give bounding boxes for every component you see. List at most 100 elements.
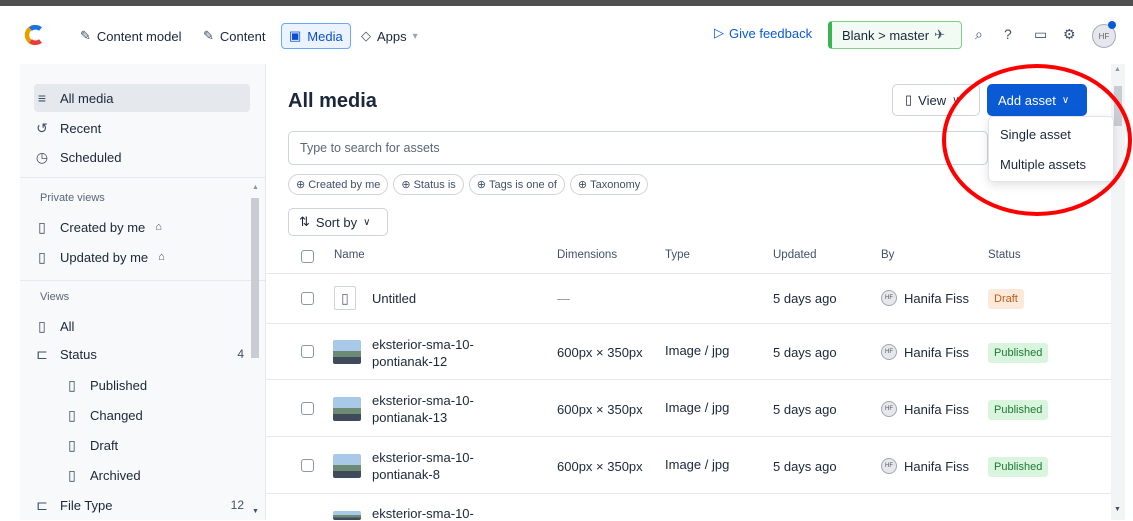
avatar: HF [881,458,897,474]
bookmark-icon: ▯ [68,466,76,483]
give-feedback-link[interactable]: ▷ Give feedback [714,25,812,41]
bookmark-icon: ▯ [38,248,46,265]
status-badge: Published [988,343,1049,363]
scroll-down-arrow[interactable]: ▼ [1114,506,1121,513]
column-header-by[interactable]: By [881,249,894,261]
bookmark-icon: ▯ [68,436,76,453]
filter-chip[interactable]: ⊕ Taxonomy [569,174,649,195]
scroll-up-arrow[interactable]: ▲ [252,184,259,191]
table-row[interactable]: eksterior-sma-10- [266,494,1111,521]
bookmark-icon: ▯ [38,317,46,334]
private-views-heading: Private views [40,192,105,204]
nav-content-model[interactable]: ✎ Content model [80,24,181,48]
filter-chip[interactable]: ⊕ Created by me [288,174,389,195]
asset-name[interactable]: eksterior-sma-10- [372,506,474,521]
folder-icon: ⊏ [36,496,48,513]
nav-apps[interactable]: ◇ Apps ▾ [361,24,418,48]
asset-updated: 5 days ago [773,402,837,417]
sidebar-folder-file-type[interactable]: ⊏ File Type 12 [34,491,244,519]
help-icon[interactable]: ? [1004,26,1012,42]
sidebar-item-updated-by-me[interactable]: ▯ Updated by me ⌂ [34,243,165,271]
sidebar-item-recent[interactable]: ↺ Recent [34,114,101,142]
row-checkbox[interactable] [301,402,314,415]
asset-updated: 5 days ago [773,459,837,474]
asset-author: HF Hanifa Fiss [881,458,969,474]
filter-chip[interactable]: ⊕ Status is [393,174,464,195]
folder-open-icon: ⊏ [36,345,48,362]
scroll-up-arrow[interactable]: ▲ [1114,66,1121,73]
asset-dimensions: 600px × 350px [557,402,643,417]
gear-icon[interactable]: ⚙ [1063,26,1076,43]
table-row[interactable]: eksterior-sma-10- pontianak-8 600px × 350… [266,437,1111,494]
asset-type: Image / jpg [665,457,730,472]
column-header-status[interactable]: Status [988,249,1021,261]
plus-circle-icon: ⊕ [401,179,411,191]
search-input[interactable]: Type to search for assets [288,131,988,165]
sidebar-item-scheduled[interactable]: ◷ Scheduled [34,143,122,171]
asset-name[interactable]: eksterior-sma-10- pontianak-12 [372,336,474,370]
asset-type: Image / jpg [665,400,730,415]
asset-author: HF Hanifa Fiss [881,290,969,306]
avatar: HF [881,290,897,306]
table-row[interactable]: eksterior-sma-10- pontianak-13 600px × 35… [266,380,1111,437]
asset-author: HF Hanifa Fiss [881,344,969,360]
sidebar-scroll-thumb[interactable] [251,198,259,358]
lock-icon: ⌂ [155,221,162,233]
asset-updated: 5 days ago [773,291,837,306]
chevron-down-icon: ▾ [412,30,418,42]
sidebar: ≡ All media ↺ Recent ◷ Scheduled Private… [20,64,266,520]
rocket-icon: ✈ [934,27,945,42]
table-header: Name Dimensions Type Updated By Status [266,238,1111,274]
views-heading: Views [40,291,70,303]
clock-icon: ◷ [35,148,49,165]
asset-type: Image / jpg [665,343,730,358]
asset-dimensions: 600px × 350px [557,459,643,474]
asset-name[interactable]: eksterior-sma-10- pontianak-8 [372,449,474,483]
nav-content[interactable]: ✎ Content [203,24,265,48]
table-row[interactable]: eksterior-sma-10- pontianak-12 600px × 35… [266,324,1111,380]
asset-name[interactable]: eksterior-sma-10- pontianak-13 [372,392,474,426]
sort-icon: ⇅ [299,214,310,229]
sort-by-button[interactable]: ⇅ Sort by ∨ [288,208,388,236]
column-header-updated[interactable]: Updated [773,249,816,261]
chevron-down-icon: ∨ [363,216,371,228]
sidebar-item-changed[interactable]: ▯ Changed [64,401,143,429]
sidebar-item-all[interactable]: ▯ All [34,312,74,340]
filter-chip[interactable]: ⊕ Tags is one of [468,174,565,195]
avatar: HF [881,344,897,360]
pen-nib-icon: ✎ [80,28,91,43]
column-header-dimensions[interactable]: Dimensions [557,249,617,261]
book-icon[interactable]: ▭ [1034,26,1047,43]
nav-media[interactable]: ▣ Media [281,23,351,49]
row-checkbox[interactable] [301,345,314,358]
status-badge: Published [988,400,1049,420]
search-icon[interactable]: ⌕ [975,26,983,43]
asset-dimensions: 600px × 350px [557,345,643,360]
image-icon: ▣ [289,28,302,43]
table-row[interactable]: ▯ Untitled — 5 days ago HF Hanifa Fiss Dr… [266,274,1111,324]
row-checkbox[interactable] [301,292,314,305]
bookmark-icon: ▯ [68,406,76,423]
sidebar-item-archived[interactable]: ▯ Archived [64,461,140,489]
divider [20,280,266,281]
sidebar-item-created-by-me[interactable]: ▯ Created by me ⌂ [34,213,162,241]
asset-name[interactable]: Untitled [372,291,416,306]
asset-updated: 5 days ago [773,345,837,360]
bookmark-icon: ▯ [38,218,46,235]
feedback-icon: ▷ [714,25,724,40]
column-header-name[interactable]: Name [334,249,365,261]
scroll-down-arrow[interactable]: ▼ [252,508,259,515]
row-checkbox[interactable] [301,459,314,472]
avatar: HF [881,401,897,417]
environment-switcher[interactable]: Blank > master ✈ [828,21,962,49]
sidebar-item-published[interactable]: ▯ Published [64,371,147,399]
sidebar-scrollbar[interactable]: ▲ ▼ [250,182,260,520]
document-icon: ▯ [334,286,356,310]
annotation-circle [942,64,1132,216]
sidebar-item-draft[interactable]: ▯ Draft [64,431,118,459]
sidebar-folder-status[interactable]: ⊏ Status 4 [34,340,244,368]
column-header-type[interactable]: Type [665,249,690,261]
sidebar-item-all-media[interactable]: ≡ All media [34,84,250,112]
select-all-checkbox[interactable] [301,250,314,263]
contentful-logo[interactable] [24,24,46,46]
